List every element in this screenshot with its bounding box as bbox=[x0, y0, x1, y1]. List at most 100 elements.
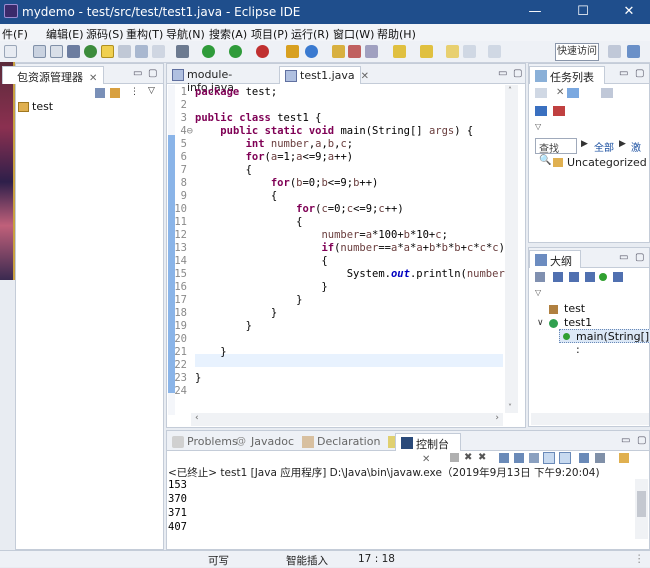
code-line[interactable]: int number,a,b,c; bbox=[195, 138, 354, 150]
hide-fields-icon[interactable] bbox=[569, 272, 579, 282]
maximize-view-icon[interactable]: ▢ bbox=[635, 252, 644, 263]
code-line[interactable]: System.out.println(number); bbox=[195, 268, 518, 280]
code-line[interactable]: { bbox=[195, 255, 327, 267]
menu-navigate[interactable]: 导航(N) bbox=[166, 26, 205, 42]
close-icon[interactable]: ✕ bbox=[556, 87, 564, 98]
more-icon[interactable]: ⋮ bbox=[634, 553, 645, 565]
save-all-icon[interactable] bbox=[50, 45, 63, 58]
code-line[interactable]: } bbox=[195, 307, 277, 319]
close-button[interactable]: ✕ bbox=[606, 0, 650, 24]
debug-toggle-icon[interactable] bbox=[84, 45, 97, 58]
prev-annotation-icon[interactable] bbox=[420, 45, 433, 58]
scroll-left-icon[interactable]: ‹ bbox=[195, 413, 199, 423]
external-tools-icon[interactable] bbox=[256, 45, 269, 58]
play-icon[interactable]: ▶ bbox=[581, 139, 588, 149]
categorize-icon[interactable] bbox=[601, 88, 613, 98]
scroll-thumb[interactable] bbox=[637, 491, 646, 517]
minimize-view-icon[interactable]: ▭ bbox=[133, 68, 142, 79]
search-icon[interactable] bbox=[365, 45, 378, 58]
scroll-lock-icon[interactable] bbox=[514, 453, 524, 463]
open-type-icon[interactable] bbox=[332, 45, 345, 58]
all-tasks-link[interactable]: 全部 bbox=[594, 139, 614, 154]
sort-icon[interactable] bbox=[553, 272, 563, 282]
menu-help[interactable]: 帮助(H) bbox=[377, 26, 416, 42]
terminate-icon[interactable] bbox=[450, 453, 459, 462]
open-console-icon[interactable] bbox=[619, 453, 629, 463]
run-icon[interactable] bbox=[202, 45, 215, 58]
line-number[interactable]: 4⊖ bbox=[169, 125, 193, 137]
menu-run[interactable]: 运行(R) bbox=[291, 26, 329, 42]
next-annotation-icon[interactable] bbox=[393, 45, 406, 58]
code-line[interactable]: public class test1 { bbox=[195, 112, 321, 124]
tab-outline[interactable]: 大纲✕ bbox=[529, 250, 581, 282]
menu-refactor[interactable]: 重构(T) bbox=[126, 26, 163, 42]
block-select-icon[interactable] bbox=[118, 45, 131, 58]
activate-link[interactable]: 激 bbox=[631, 139, 641, 154]
save-icon[interactable] bbox=[33, 45, 46, 58]
menu-file[interactable]: 件(F) bbox=[2, 26, 28, 42]
pilcrow-icon[interactable] bbox=[152, 45, 165, 58]
remove-all-icon[interactable]: ✖ bbox=[478, 452, 486, 463]
code-line[interactable]: for(a=1;a<=9;a++) bbox=[195, 151, 354, 163]
maximize-view-icon[interactable]: ▢ bbox=[637, 435, 646, 446]
menu-source[interactable]: 源码(S) bbox=[86, 26, 124, 42]
coverage-icon[interactable] bbox=[229, 45, 242, 58]
tab-task-list[interactable]: 任务列表 ✕ bbox=[529, 66, 605, 98]
scroll-up-icon[interactable]: ˄ bbox=[508, 86, 512, 95]
minimize-view-icon[interactable]: ▭ bbox=[498, 68, 507, 79]
chevron-down-icon[interactable]: ▽ bbox=[148, 86, 155, 96]
menu-window[interactable]: 窗口(W) bbox=[333, 26, 374, 42]
word-wrap-icon[interactable] bbox=[529, 453, 539, 463]
show-whitespace-icon[interactable] bbox=[135, 45, 148, 58]
link-with-editor-icon[interactable] bbox=[110, 88, 120, 98]
hide-nonpublic-icon[interactable] bbox=[599, 273, 607, 281]
code-line[interactable]: for(b=0;b<=9;b++) bbox=[195, 177, 379, 189]
open-task-icon[interactable] bbox=[348, 45, 361, 58]
last-edit-icon[interactable] bbox=[446, 45, 459, 58]
menu-search[interactable]: 搜索(A) bbox=[209, 26, 247, 42]
new-java-project-icon[interactable] bbox=[286, 45, 299, 58]
scroll-right-icon[interactable]: › bbox=[495, 413, 499, 423]
remove-launch-icon[interactable]: ✖ bbox=[464, 452, 472, 463]
view-menu-icon[interactable]: ⋮ bbox=[130, 87, 139, 97]
code-line[interactable]: { bbox=[195, 164, 252, 176]
show-on-error-icon[interactable] bbox=[559, 452, 571, 464]
tab-declaration[interactable]: Declaration bbox=[297, 433, 383, 451]
pin-console-icon[interactable] bbox=[579, 453, 589, 463]
minimize-view-icon[interactable]: ▭ bbox=[619, 252, 628, 263]
outline-item-class[interactable]: test1 bbox=[564, 316, 592, 329]
new-task-icon[interactable] bbox=[535, 88, 547, 98]
play-icon[interactable]: ▶ bbox=[619, 139, 626, 149]
outline-item-package[interactable]: test bbox=[564, 302, 585, 315]
focus-icon[interactable] bbox=[567, 88, 579, 98]
new-icon[interactable] bbox=[4, 45, 17, 58]
chevron-down-icon[interactable]: ▽ bbox=[535, 288, 541, 297]
close-icon[interactable]: ✕ bbox=[89, 73, 97, 84]
show-completed-icon[interactable] bbox=[553, 106, 565, 116]
code-line[interactable]: for(c=0;c<=9;c++) bbox=[195, 203, 404, 215]
tab-console[interactable]: 控制台 ✕ bbox=[395, 433, 461, 465]
maximize-view-icon[interactable]: ▢ bbox=[148, 68, 157, 79]
tree-collapse-icon[interactable]: ∨ bbox=[537, 318, 544, 328]
code-line[interactable]: package test; bbox=[195, 86, 277, 98]
code-line[interactable]: if(number==a*a*a+b*b*b+c*c*c) bbox=[195, 242, 504, 254]
new-package-icon[interactable] bbox=[305, 45, 318, 58]
mark-occurrences-icon[interactable] bbox=[101, 45, 114, 58]
code-line[interactable]: } bbox=[195, 372, 201, 384]
code-line[interactable]: } bbox=[195, 320, 252, 332]
code-line[interactable]: } bbox=[195, 346, 226, 358]
collapse-all-icon[interactable] bbox=[535, 106, 547, 116]
forward-icon[interactable] bbox=[488, 45, 501, 58]
close-icon[interactable]: ✕ bbox=[422, 454, 430, 465]
menu-project[interactable]: 项目(P) bbox=[251, 26, 288, 42]
outline-item-method[interactable]: main(String[]) : bbox=[576, 330, 650, 356]
minimize-button[interactable]: — bbox=[512, 0, 558, 24]
task-find-input[interactable]: 查找 🔍 bbox=[535, 138, 577, 166]
quick-access-field[interactable]: 快速访问 bbox=[555, 43, 599, 61]
display-console-icon[interactable] bbox=[595, 453, 605, 463]
code-line[interactable]: } bbox=[195, 294, 302, 306]
back-icon[interactable] bbox=[463, 45, 476, 58]
hide-local-types-icon[interactable] bbox=[613, 272, 623, 282]
maximize-view-icon[interactable]: ▢ bbox=[513, 68, 522, 79]
code-line[interactable]: } bbox=[195, 281, 327, 293]
